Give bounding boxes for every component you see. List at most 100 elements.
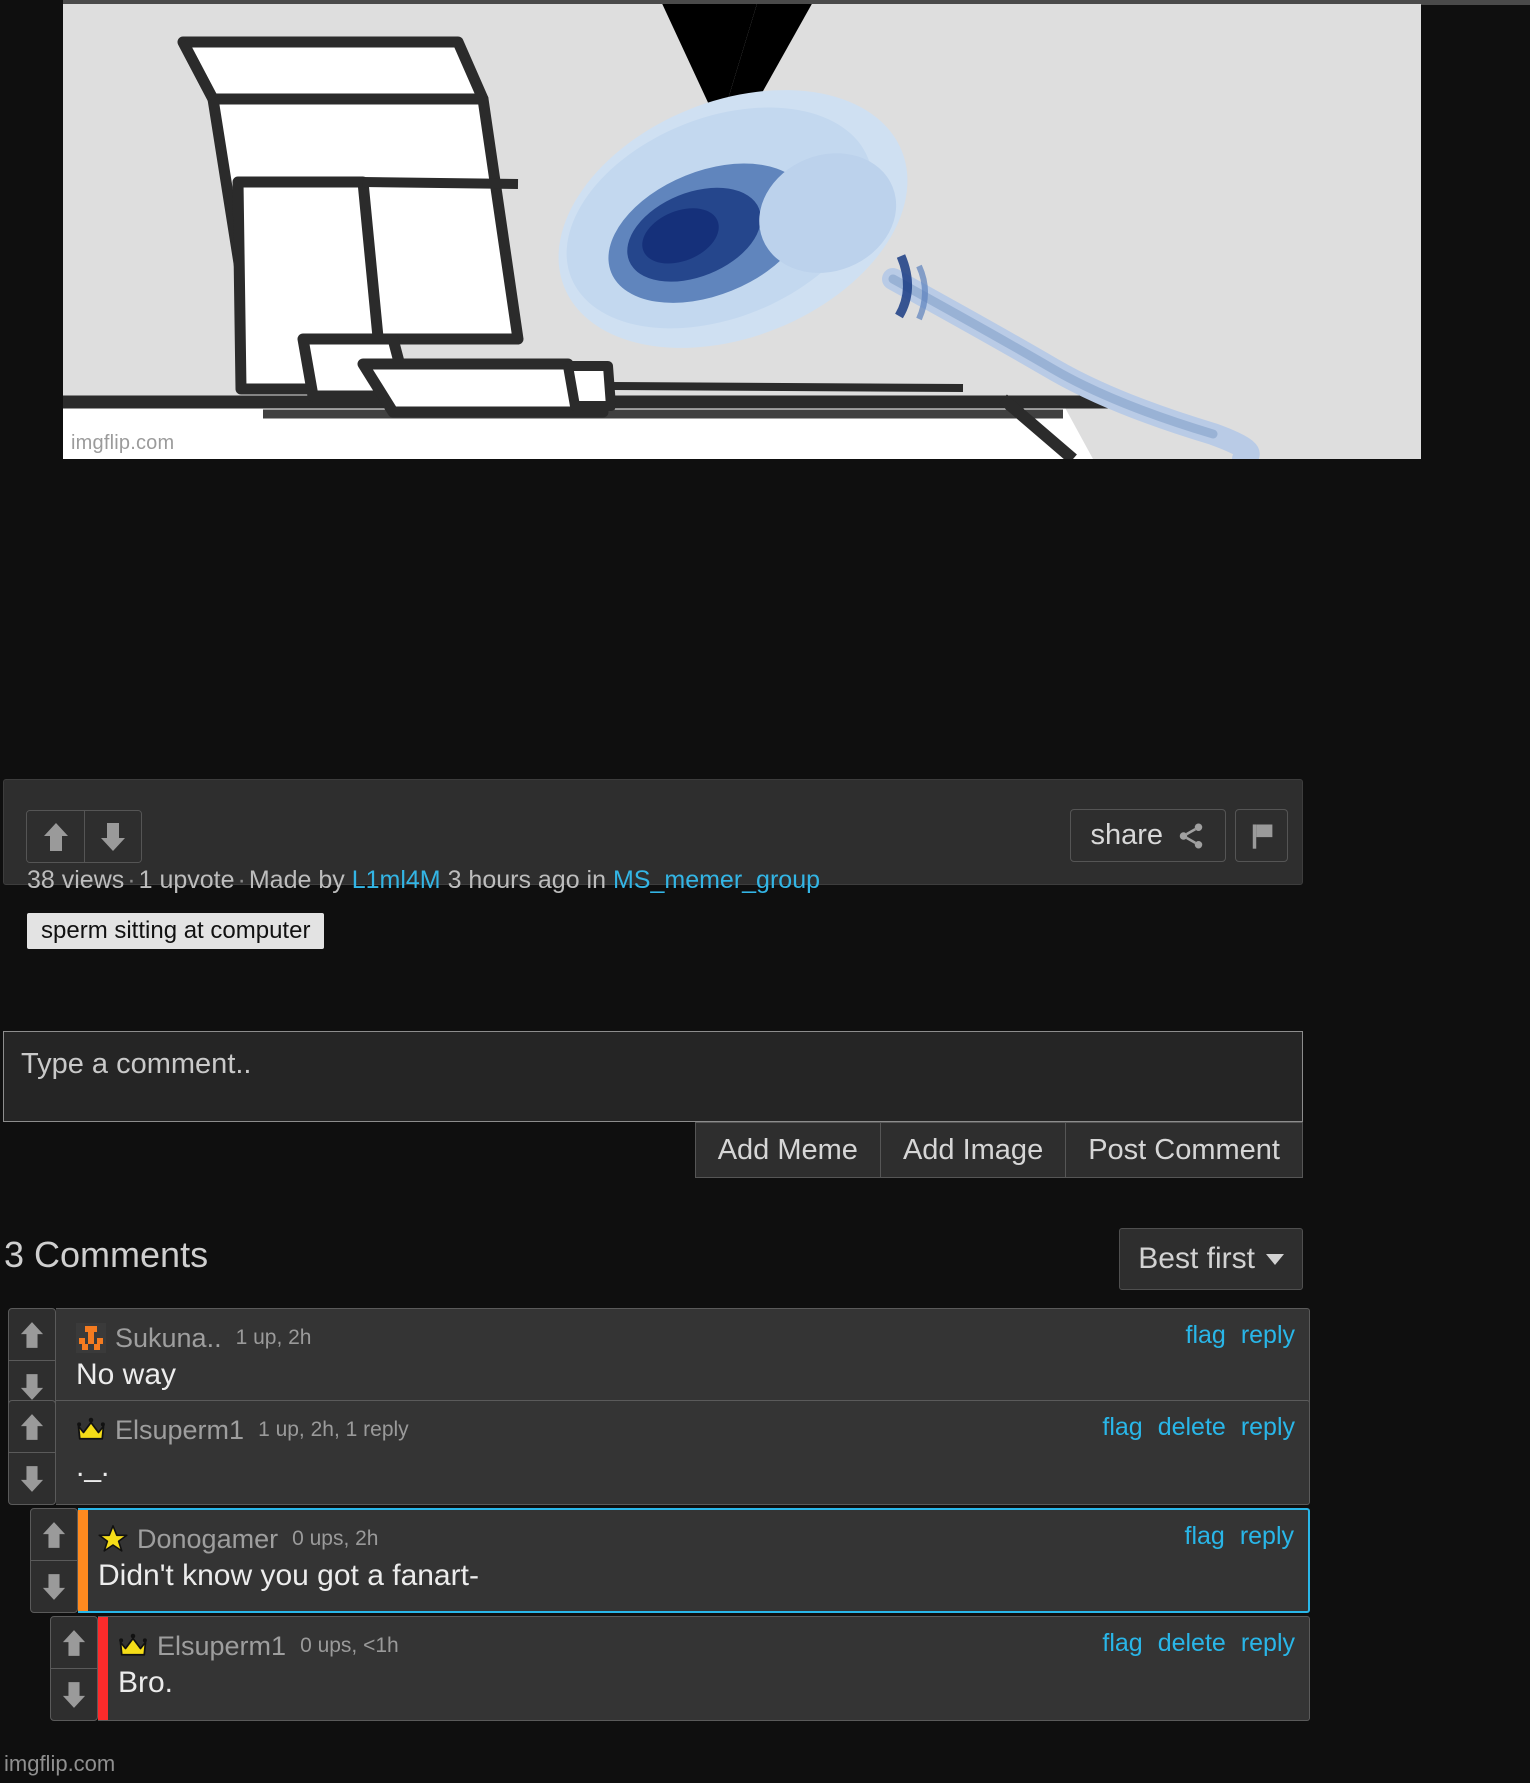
comment-author[interactable]: Elsuperm1 [115,1415,244,1446]
comment-body: flag delete reply Elsuperm1 1 up, 2h, 1 repl… [56,1400,1310,1505]
add-image-button[interactable]: Add Image [880,1122,1067,1178]
comment-text: Bro. [118,1666,174,1699]
comment-delete-link[interactable]: delete [1158,1413,1226,1442]
comment-author[interactable]: Elsuperm1 [157,1631,286,1662]
made-by-label: Made by [248,866,345,894]
arrow-down-icon [20,1465,44,1492]
meta-separator-1: · [127,866,136,894]
add-meme-button[interactable]: Add Meme [694,1122,881,1178]
chevron-down-icon [1266,1253,1284,1265]
top-strip-left-gap [0,0,63,5]
post-info-panel: share 38 views · 1 upvote · Made by L1ml4M [3,779,1303,949]
comment-stats: 0 ups, <1h [300,1634,399,1657]
comment-item: flag reply Sukuna.. 1 up, 2h No way [8,1308,1310,1413]
comment-downvote-button[interactable] [51,1668,97,1720]
comment-accent-stripe [98,1617,108,1720]
crown-icon [77,1417,105,1440]
comment-stats: 1 up, 2h [235,1326,312,1349]
comment-downvote-button[interactable] [9,1452,55,1504]
arrow-up-icon [62,1629,86,1656]
comment-flag-link[interactable]: flag [1102,1629,1142,1658]
view-count: 38 views [27,866,125,894]
report-flag-button[interactable] [1235,809,1288,862]
arrow-down-icon [42,1573,66,1600]
comment-body: flag reply Donogamer 0 ups, 2h Didn't know y… [78,1508,1310,1613]
post-title: sperm sitting at computer [27,913,325,949]
comment-item: flag delete reply Elsuperm1 0 ups, <1h Bro. [50,1616,1310,1721]
comment-vote-group [8,1400,56,1505]
upvote-count: 1 upvote [138,866,235,894]
imgflip-post-page: imgflip.com share 38 views · 1 upvote · … [0,0,1530,1783]
post-vote-group [26,810,142,863]
post-meta-line: 38 views · 1 upvote · Made by L1ml4M 3 hours… [27,866,820,895]
comments-count: 3 Comments [4,1234,209,1275]
arrow-up-icon [20,1413,44,1440]
crown-icon [119,1633,147,1656]
comment-links: flag reply [1185,1522,1295,1551]
arrow-down-icon [101,822,125,851]
comment-flag-link[interactable]: flag [1186,1321,1226,1350]
flag-icon [1252,823,1272,849]
comment-reply-link[interactable]: reply [1241,1321,1295,1350]
comment-links: flag delete reply [1102,1413,1295,1442]
comment-item: flag delete reply Elsuperm1 1 up, 2h, 1 repl… [8,1400,1310,1505]
post-actions: share [1070,809,1288,862]
arrow-up-icon [43,822,68,851]
meme-watermark: imgflip.com [71,432,175,454]
comment-reply-link[interactable]: reply [1241,1413,1295,1442]
meta-separator-2: · [237,866,246,894]
meme-image[interactable]: imgflip.com [63,4,1421,459]
comment-header: Donogamer 0 ups, 2h [78,1519,1308,1559]
composer-action-bar: Add Meme Add Image Post Comment [3,1122,1303,1178]
comment-input-placeholder: Type a comment.. [21,1048,252,1080]
comment-links: flag reply [1186,1321,1296,1350]
comment-item: flag reply Donogamer 0 ups, 2h Didn't know y… [30,1508,1310,1613]
comment-header: Sukuna.. 1 up, 2h [56,1318,1309,1358]
comment-flag-link[interactable]: flag [1185,1522,1225,1551]
share-button-label: share [1090,819,1163,851]
page-watermark: imgflip.com [4,1751,116,1776]
arrow-up-icon [42,1521,66,1548]
comment-sort-label: Best first [1138,1242,1255,1275]
comment-reply-link[interactable]: reply [1240,1522,1294,1551]
comment-upvote-button[interactable] [9,1309,55,1360]
pixel-blocks-icon [76,1323,106,1353]
comment-flag-link[interactable]: flag [1102,1413,1142,1442]
comment-vote-group [30,1508,78,1613]
comment-stats: 0 ups, 2h [292,1527,379,1550]
comment-text: Didn't know you got a fanart- [98,1559,479,1592]
post-upvote-button[interactable] [27,811,84,862]
share-icon [1179,823,1203,848]
share-button[interactable]: share [1070,809,1226,862]
arrow-up-icon [20,1321,44,1348]
comment-text: No way [76,1358,177,1391]
post-time-ago: 3 hours ago in [447,866,607,894]
comment-downvote-button[interactable] [31,1560,77,1612]
comment-body: flag delete reply Elsuperm1 0 ups, <1h Bro. [98,1616,1310,1721]
comment-upvote-button[interactable] [31,1509,77,1560]
post-comment-button[interactable]: Post Comment [1066,1122,1303,1178]
comment-author[interactable]: Donogamer [137,1524,278,1555]
comment-text: ._. [76,1450,110,1483]
comment-accent-stripe [78,1510,88,1611]
comments-header: 3 Comments Best first [0,1228,1530,1294]
comment-input[interactable]: Type a comment.. [3,1031,1303,1122]
stream-link[interactable]: MS_memer_group [613,866,820,894]
author-link[interactable]: L1ml4M [352,866,441,894]
comment-reply-link[interactable]: reply [1241,1629,1295,1658]
comment-sort-dropdown[interactable]: Best first [1119,1228,1303,1290]
comment-stats: 1 up, 2h, 1 reply [258,1418,409,1441]
star-icon [98,1525,128,1552]
arrow-down-icon [62,1681,86,1708]
arrow-down-icon [20,1373,44,1400]
comment-vote-group [8,1308,56,1413]
comment-body: flag reply Sukuna.. 1 up, 2h No way [56,1308,1310,1413]
comment-vote-group [50,1616,98,1721]
comment-author[interactable]: Sukuna.. [115,1323,222,1354]
post-downvote-button[interactable] [84,811,141,862]
comment-upvote-button[interactable] [9,1401,55,1452]
comment-links: flag delete reply [1102,1629,1295,1658]
meme-artwork [63,4,1421,459]
comment-delete-link[interactable]: delete [1158,1629,1226,1658]
comment-upvote-button[interactable] [51,1617,97,1668]
